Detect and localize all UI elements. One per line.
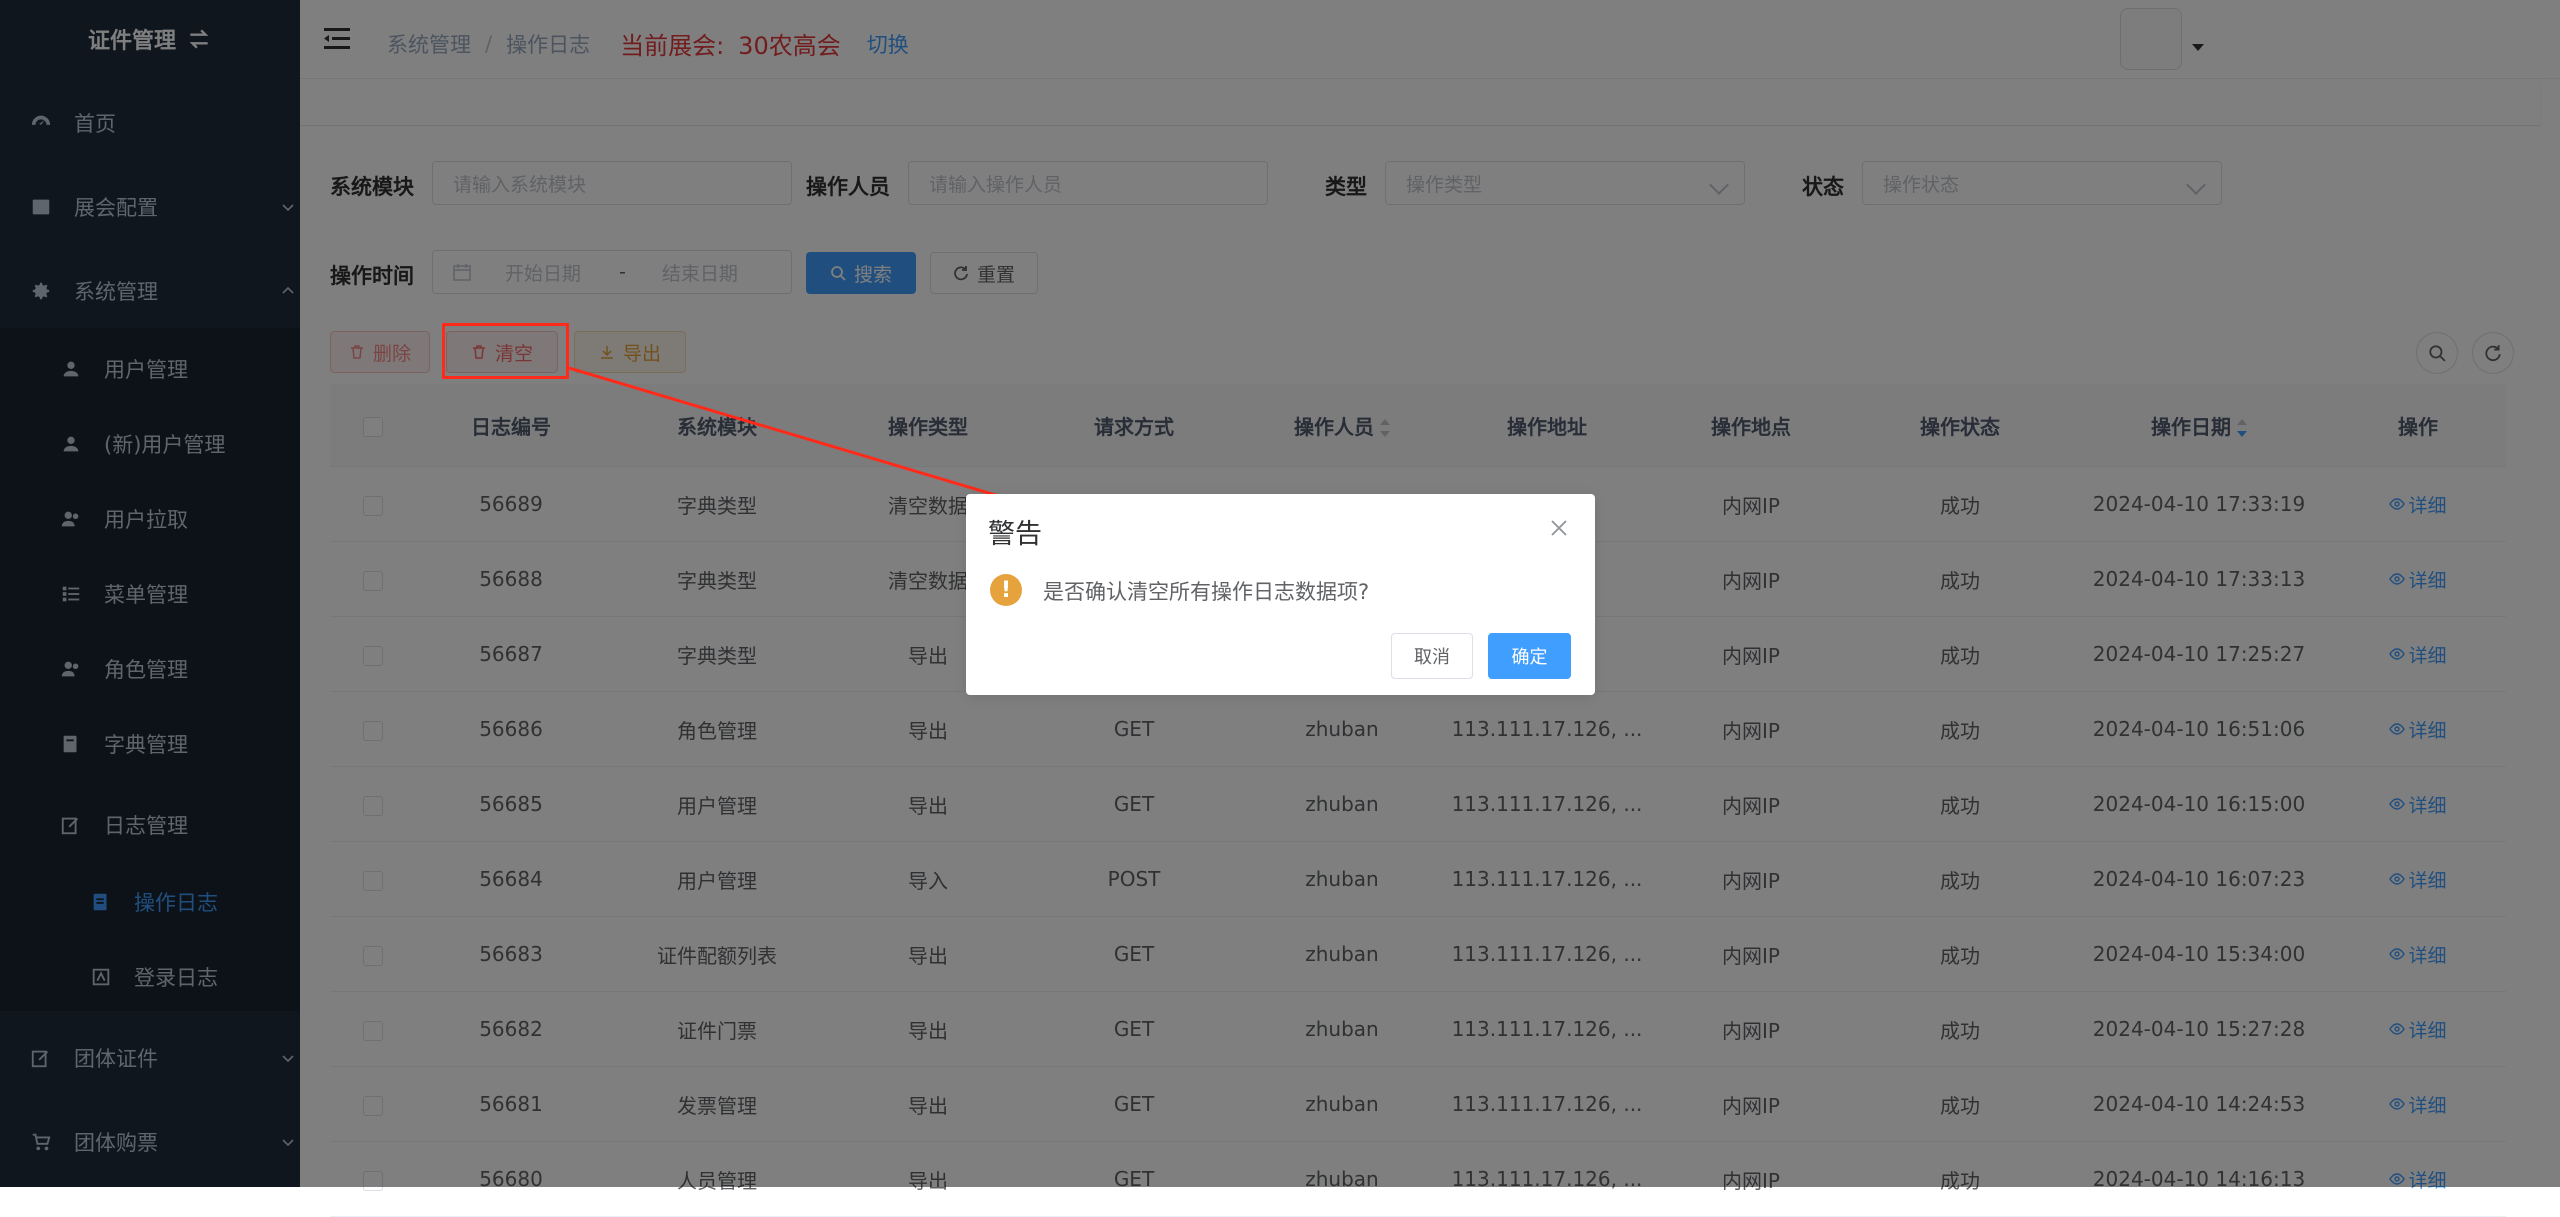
confirm-button[interactable]: 确定 (1488, 633, 1571, 679)
cancel-button[interactable]: 取消 (1391, 633, 1473, 679)
close-icon[interactable] (1549, 518, 1569, 538)
dialog-title: 警告 (988, 519, 1042, 550)
dialog-message: 是否确认清空所有操作日志数据项? (1043, 580, 1370, 604)
warning-icon: ! (990, 574, 1022, 606)
annotation-highlight-box (442, 323, 569, 379)
confirm-dialog: 警告 ! 是否确认清空所有操作日志数据项? 取消 确定 (966, 494, 1595, 695)
